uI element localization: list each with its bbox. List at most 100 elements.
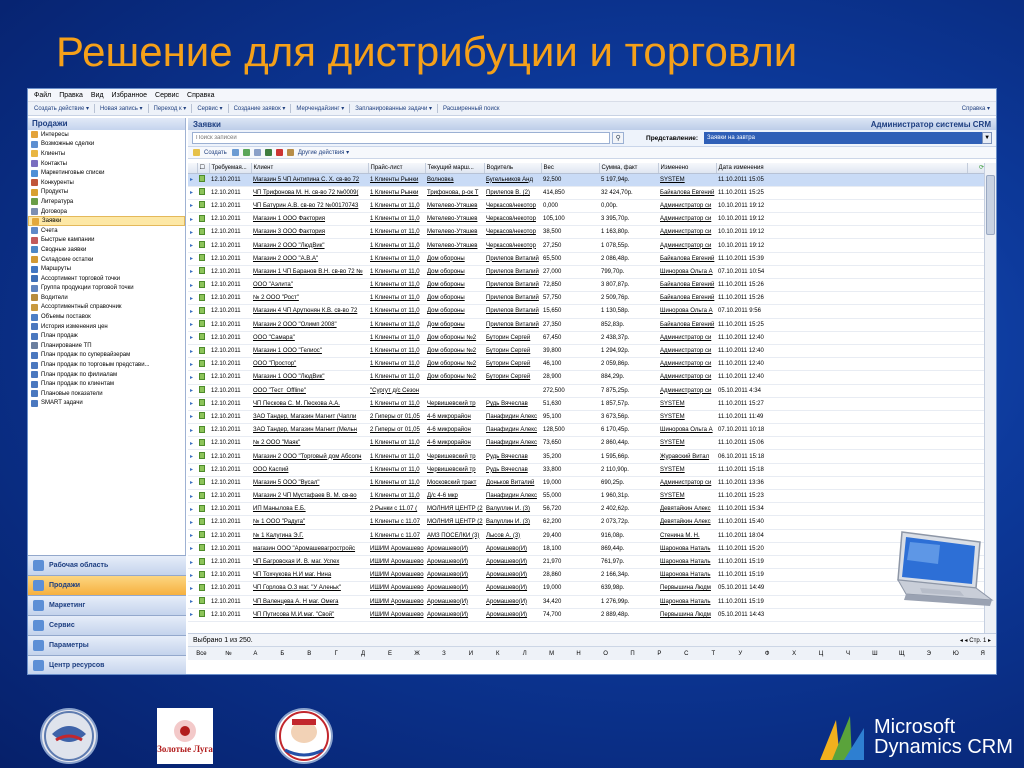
table-cell[interactable]: Магазин 2 ООО "Торговый дом Абсолн <box>251 449 368 464</box>
more-actions-button[interactable]: Другие действия ▾ <box>298 149 349 156</box>
table-cell[interactable]: Лысов А. (3) <box>484 529 541 543</box>
excel-icon[interactable] <box>242 149 250 156</box>
table-cell[interactable]: Дом обороны №2 <box>425 344 484 359</box>
table-row[interactable]: ▸ 12.10.2011 ИП Манылова Е.Б. 2 Рынки с 11.… <box>188 502 984 517</box>
table-cell[interactable]: Шаронова Наталь <box>658 555 716 570</box>
alphabet-letter[interactable]: К <box>484 651 511 657</box>
expand-arrow-icon[interactable]: ▸ <box>188 489 197 504</box>
column-header[interactable]: Сумма, факт <box>599 163 659 174</box>
table-cell[interactable]: 1 Клиенты Рынки <box>368 186 425 200</box>
table-cell[interactable]: Байкалова Евгений <box>658 278 716 293</box>
expand-arrow-icon[interactable]: ▸ <box>188 555 197 570</box>
sidebar-item[interactable]: Быстрые кампании <box>28 236 185 246</box>
alphabet-letter[interactable]: Щ <box>888 651 915 657</box>
sidebar-item[interactable]: Конкуренты <box>28 178 185 188</box>
expand-arrow-icon[interactable]: ▸ <box>188 291 197 306</box>
table-cell[interactable]: Шинорова Ольга А <box>658 265 716 280</box>
table-cell[interactable]: ЧП Трифонова М. Н. св-во 72 №0009( <box>251 186 368 200</box>
sidebar-item[interactable]: Группа продукции торговой точки <box>28 284 185 294</box>
table-cell[interactable]: Московский тракт <box>425 476 484 491</box>
sidebar-item[interactable]: План продаж по клиентам <box>28 379 185 389</box>
sidebar-item[interactable]: Маршруты <box>28 264 185 274</box>
table-cell[interactable]: Дом обороны <box>425 291 484 306</box>
sidebar-item[interactable]: Продукты <box>28 188 185 198</box>
table-cell[interactable]: Валуллин И. (3) <box>484 502 541 517</box>
table-cell[interactable]: 2 Гиперы от 01,05 <box>368 410 425 425</box>
table-row[interactable]: ▸ 12.10.2011 ЧП Пескова С. М. Пескова А.А.… <box>188 397 984 411</box>
table-row[interactable]: ▸ 12.10.2011 ЧП Валенцева А. Н маг. Омега И… <box>188 595 984 609</box>
alphabet-letter[interactable]: Ж <box>404 651 431 657</box>
alphabet-letter[interactable]: Т <box>700 651 727 657</box>
table-cell[interactable]: Байкалова Евгений <box>658 252 716 266</box>
expand-arrow-icon[interactable]: ▸ <box>188 199 197 214</box>
table-row[interactable]: ▸ 12.10.2011 ЧП Батурин А.В. св-во 72 №001… <box>188 199 984 214</box>
table-cell[interactable]: 1 Клиенты от 11,0 <box>368 489 425 504</box>
table-cell[interactable]: Волновка <box>425 173 484 187</box>
expand-arrow-icon[interactable]: ▸ <box>188 449 197 464</box>
table-cell[interactable]: Аромашево(И) <box>484 608 541 622</box>
alphabet-letter[interactable]: Х <box>781 651 808 657</box>
table-cell[interactable]: ООО "Самара" <box>251 331 368 345</box>
table-cell[interactable]: ЧП Пескова С. М. Пескова А.А. <box>251 397 368 411</box>
table-cell[interactable]: Прилепов В. (2) <box>484 186 541 200</box>
table-row[interactable]: ▸ 12.10.2011 Магазин 2 ООО "Торговый дом А… <box>188 449 984 464</box>
table-cell[interactable]: ЧП Путисова М.И.маг. "Свой" <box>251 608 368 622</box>
table-cell[interactable]: ИП Манылова Е.Б. <box>251 502 368 517</box>
alphabet-letter[interactable]: Н <box>565 651 592 657</box>
expand-arrow-icon[interactable]: ▸ <box>188 542 197 556</box>
table-cell[interactable]: 1 Клиенты от 11,0 <box>368 278 425 293</box>
table-cell[interactable]: Магазин 3 ООО Фактория <box>251 225 368 240</box>
table-cell[interactable]: 4-6 микрорайон <box>425 436 484 451</box>
table-row[interactable]: ▸ 12.10.2011 № 2 ООО "Маяк" 1 Клиенты от 11… <box>188 436 984 451</box>
table-cell[interactable]: Администратор си <box>658 199 716 214</box>
alphabet-letter[interactable]: № <box>215 651 242 657</box>
table-row[interactable]: ▸ 12.10.2011 ЗАО Тандер, Магазин Магнит (Ч… <box>188 410 984 425</box>
table-cell[interactable]: АМЗ ПОСЕЛКИ (3) <box>425 529 484 543</box>
table-cell[interactable]: SYSTEM <box>658 489 716 504</box>
expand-arrow-icon[interactable]: ▸ <box>188 529 197 543</box>
table-cell[interactable]: Прилепов Виталий <box>484 304 541 319</box>
table-cell[interactable]: Стенина М. Н. <box>658 529 716 543</box>
sidebar-item[interactable]: План продаж <box>28 331 185 341</box>
expand-arrow-icon[interactable]: ▸ <box>188 595 197 609</box>
table-cell[interactable]: Черкасов/некотор <box>484 212 541 227</box>
sidebar-item[interactable]: Клиенты <box>28 149 185 159</box>
nav-button[interactable]: Параметры <box>28 635 186 655</box>
table-cell[interactable]: Рудь Вячеслав <box>484 463 541 477</box>
column-header[interactable]: Вес <box>541 163 600 174</box>
alphabet-letter[interactable]: Е <box>377 651 404 657</box>
table-cell[interactable]: 4-6 микрорайон <box>425 410 484 425</box>
expand-arrow-icon[interactable]: ▸ <box>188 423 197 438</box>
table-cell[interactable]: Магазин 2 ООО "А.В.А" <box>251 252 368 266</box>
table-cell[interactable]: Шинорова Ольга А <box>658 423 716 438</box>
alphabet-letter[interactable]: Ш <box>861 651 888 657</box>
expand-arrow-icon[interactable]: ▸ <box>188 370 197 385</box>
nav-button[interactable]: Сервис <box>28 615 186 635</box>
table-cell[interactable]: ЗАО Тандер, Магазин Магнит (Чапли <box>251 410 368 425</box>
table-cell[interactable]: Черкасов/некотор <box>484 225 541 240</box>
expand-arrow-icon[interactable]: ▸ <box>188 173 197 187</box>
expand-arrow-icon[interactable]: ▸ <box>188 476 197 491</box>
nav-button[interactable]: Рабочая область <box>28 555 186 575</box>
alphabet-letter[interactable]: О <box>592 651 619 657</box>
table-cell[interactable]: магазин ООО "Аромашевагростройс <box>251 542 368 556</box>
sidebar-item[interactable]: Планирование ТП <box>28 341 185 351</box>
nav-button[interactable]: Центр ресурсов <box>28 655 186 674</box>
table-cell[interactable]: Буторин Сергей <box>484 370 541 385</box>
table-cell[interactable]: 1 Клиенты от 11,0 <box>368 318 425 332</box>
menu-item[interactable]: Вид <box>91 92 104 99</box>
alphabet-letter[interactable]: В <box>296 651 323 657</box>
table-cell[interactable]: Панафидин Алекс <box>484 436 541 451</box>
table-cell[interactable]: Рудь Вячеслав <box>484 397 541 411</box>
table-row[interactable]: ▸ 12.10.2011 ООО "Аэлита" 1 Клиенты от 11,0… <box>188 278 984 293</box>
table-cell[interactable]: № 1 ООО "Радуга" <box>251 515 368 530</box>
alphabet-letter[interactable]: Г <box>323 651 350 657</box>
help-menu[interactable]: Справка ▾ <box>962 105 996 112</box>
menu-item[interactable]: Справка <box>187 92 214 99</box>
table-cell[interactable]: ЧП Батурин А.В. св-во 72 №00170743 <box>251 199 368 214</box>
column-header[interactable]: Прайс-лист <box>368 163 426 174</box>
expand-arrow-icon[interactable]: ▸ <box>188 384 197 398</box>
table-cell[interactable]: Магазин 5 ООО "Вусал" <box>251 476 368 491</box>
sidebar-item[interactable]: Складские остатки <box>28 255 185 265</box>
alphabet-letter[interactable]: С <box>673 651 700 657</box>
